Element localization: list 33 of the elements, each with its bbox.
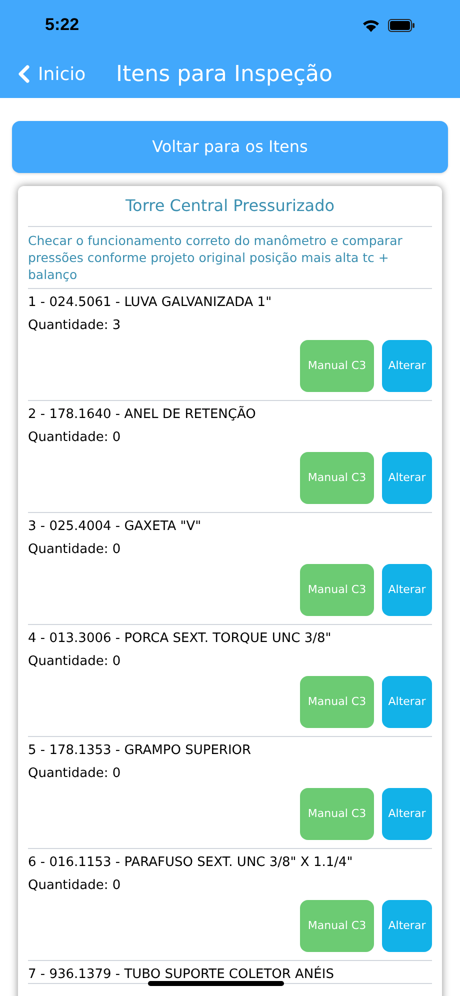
edit-button[interactable]: Alterar xyxy=(382,564,432,616)
manual-button[interactable]: Manual C3 xyxy=(300,900,374,952)
back-link[interactable]: Inicio xyxy=(0,60,86,88)
edit-button[interactable]: Alterar xyxy=(382,788,432,840)
edit-button[interactable]: Alterar xyxy=(382,676,432,728)
edit-button[interactable]: Alterar xyxy=(382,900,432,952)
card-description: Checar o funcionamento correto do manômetro e comparar pressões conforme projeto original posição mais alta tc + balanço xyxy=(28,227,432,289)
wifi-icon xyxy=(362,18,380,32)
status-time: 5:22 xyxy=(45,14,80,36)
edit-button[interactable]: Alterar xyxy=(382,340,432,392)
back-to-items-button[interactable]: Voltar para os Itens xyxy=(12,121,448,173)
item-name: 1 - 024.5061 - LUVA GALVANIZADA 1" xyxy=(28,295,273,311)
item-quantity: Quantidade: 0 xyxy=(28,766,122,782)
item-quantity: Quantidade: 0 xyxy=(28,878,122,894)
item-name: 2 - 178.1640 - ANEL DE RETENÇÃO xyxy=(28,407,257,423)
screen-title: Itens para Inspeção xyxy=(116,60,332,88)
item-quantity: Quantidade: 0 xyxy=(28,430,122,446)
item-name: 7 - 936.1379 - TUBO SUPORTE COLETOR ANÉIS xyxy=(28,967,335,983)
item-quantity: Quantidade: 3 xyxy=(28,318,122,334)
manual-button[interactable]: Manual C3 xyxy=(300,788,374,840)
manual-button[interactable]: Manual C3 xyxy=(300,564,374,616)
item-name: 5 - 178.1353 - GRAMPO SUPERIOR xyxy=(28,743,252,759)
manual-button[interactable]: Manual C3 xyxy=(300,676,374,728)
item-quantity: Quantidade: 0 xyxy=(28,542,122,558)
card-title: Torre Central Pressurizado xyxy=(28,186,432,227)
item-name: 6 - 016.1153 - PARAFUSO SEXT. UNC 3/8" X 1.1/4" xyxy=(28,855,354,871)
manual-button[interactable]: Manual C3 xyxy=(300,340,374,392)
item-name: 3 - 025.4004 - GAXETA "V" xyxy=(28,519,202,535)
item-quantity: Quantidade: 0 xyxy=(28,654,122,670)
edit-button[interactable]: Alterar xyxy=(382,452,432,504)
item-name: 4 - 013.3006 - PORCA SEXT. TORQUE UNC 3/8" xyxy=(28,631,332,647)
battery-icon xyxy=(388,18,415,32)
manual-button[interactable]: Manual C3 xyxy=(300,452,374,504)
